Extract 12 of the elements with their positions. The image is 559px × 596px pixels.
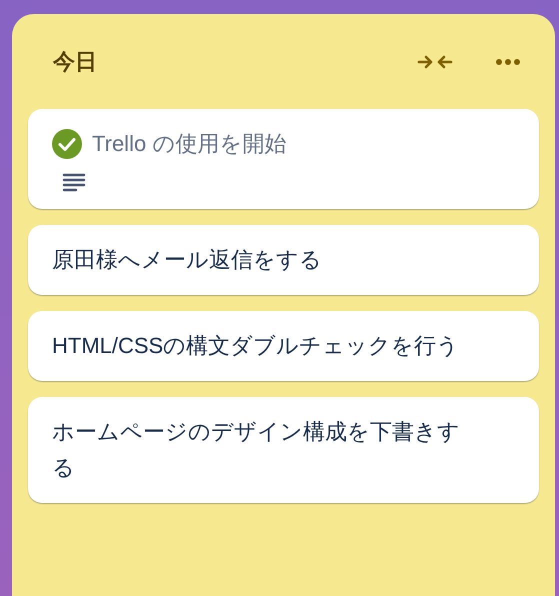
collapse-icon: [417, 52, 453, 70]
card-title: HTML/CSSの構文ダブルチェックを行う: [52, 332, 460, 360]
list-title: 今日: [53, 48, 98, 76]
card-title: 原田様へメール返信をする: [52, 246, 322, 274]
more-icon: [495, 58, 521, 66]
task-card[interactable]: Trello の使用を開始: [28, 109, 539, 209]
task-card[interactable]: 原田様へメール返信をする: [28, 225, 539, 295]
task-card[interactable]: HTML/CSSの構文ダブルチェックを行う: [28, 311, 539, 381]
card-title: Trello の使用を開始: [92, 130, 286, 158]
check-icon[interactable]: [52, 129, 82, 159]
card-title: ホームページのデザイン構成を下書きする: [52, 418, 461, 482]
task-card[interactable]: ホームページのデザイン構成を下書きする: [28, 397, 539, 503]
